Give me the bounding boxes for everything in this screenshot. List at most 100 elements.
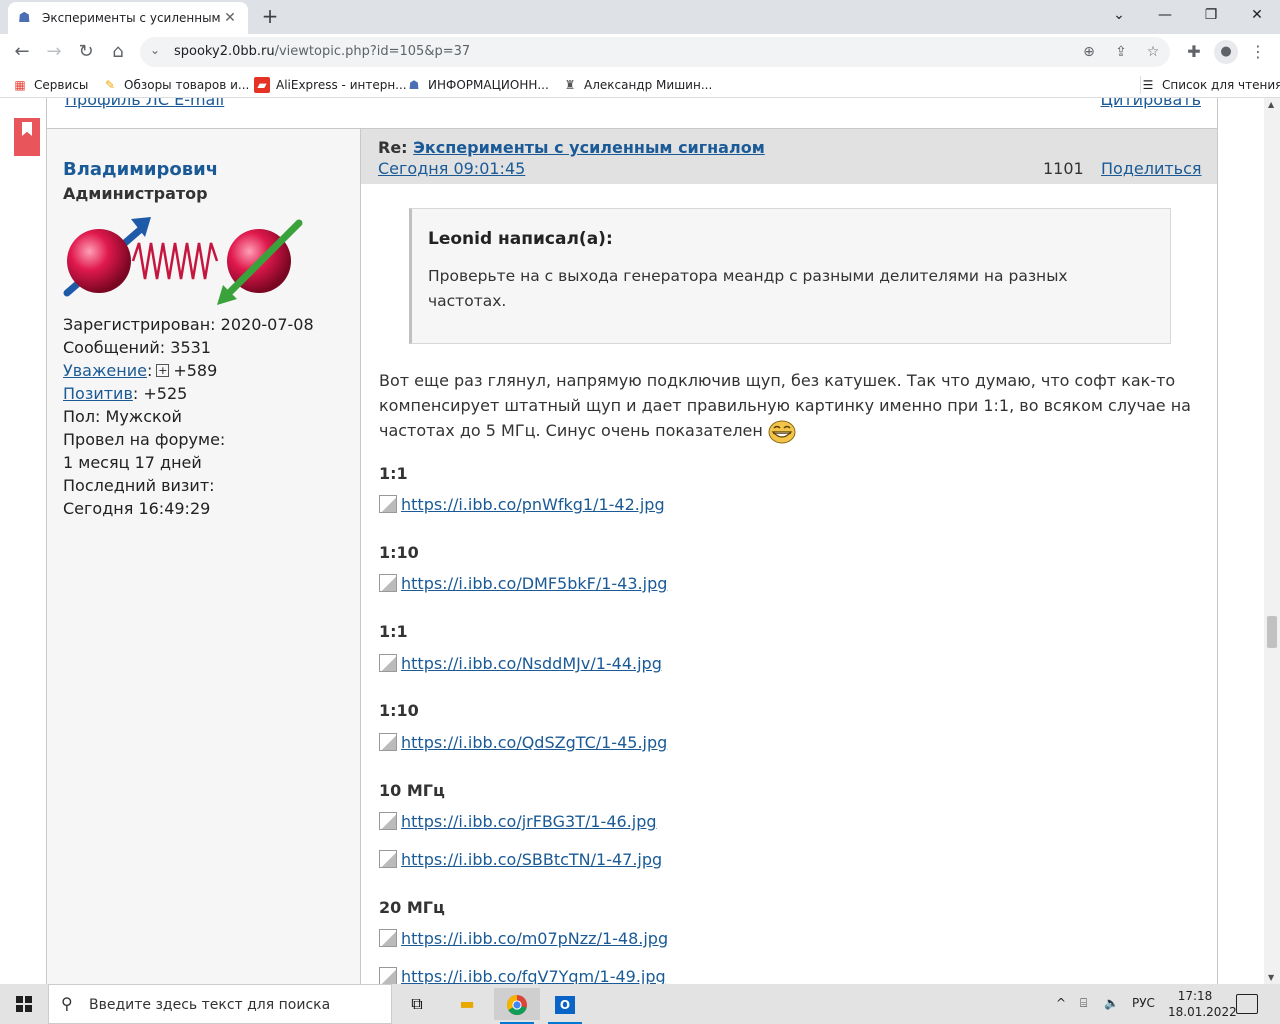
bookmark-label: AliExpress - интерн... [276,78,407,92]
scroll-down-icon[interactable]: ▼ [1268,973,1274,982]
broken-image-icon [379,495,397,513]
post-header: Re: Эксперименты с усиленным сигналом Се… [361,129,1217,184]
clock[interactable]: 17:18 18.01.2022 [1168,988,1237,1020]
outlook-logo: O [555,995,575,1014]
browser-toolbar: ← → ↻ ⌂ ⌄ spooky2.0bb.ru/viewtopic.php?i… [0,34,1280,70]
positive-value: : +525 [132,384,188,403]
bookmark-ribbon-icon[interactable] [14,118,40,156]
broken-image-icon [379,929,397,947]
site-info-icon[interactable]: ⌄ [150,43,160,57]
time-on-forum-label: Провел на форуме: [63,430,226,449]
chrome-icon[interactable] [494,988,540,1024]
image-link[interactable]: https://i.ibb.co/QdSZgTC/1-45.jpg [379,733,667,752]
message-count: Сообщений: 3531 [63,338,211,357]
re-prefix: Re: [378,138,414,157]
image-link[interactable]: https://i.ibb.co/pnWfkg1/1-42.jpg [379,495,665,514]
outlook-icon[interactable]: O [542,988,588,1024]
reload-button[interactable]: ↻ [72,38,100,66]
post-number: 1101 [1043,159,1084,178]
last-visit: Сегодня 16:49:29 [63,499,211,518]
image-link[interactable]: https://i.ibb.co/DMF5bkF/1-43.jpg [379,574,667,593]
reading-list-icon: ☰ [1142,78,1154,92]
file-explorer-icon[interactable]: ▬ [444,988,490,1020]
author-name[interactable]: Владимирович [63,159,218,180]
laughing-smiley-icon [768,420,796,443]
bookmark-item[interactable]: ▦ Сервисы [12,76,88,94]
broken-image-icon [379,850,397,868]
taskbar-search[interactable]: ⚲ Введите здесь текст для поиска [48,984,392,1024]
clock-time: 17:18 [1177,989,1213,1003]
image-link[interactable]: https://i.ibb.co/NsddMJv/1-44.jpg [379,654,662,673]
author-links[interactable]: Профиль ЛС E-mail [65,98,224,109]
time-on-forum: 1 месяц 17 дней [63,453,202,472]
forum-icon: ☗ [408,78,420,92]
post-date-link[interactable]: Сегодня 09:01:45 [378,159,525,178]
author-info: Зарегистрирован: 2020-07-08 Сообщений: 3… [63,313,314,520]
share-link[interactable]: Поделиться [1101,159,1202,178]
quote-text: Проверьте на с выхода генератора меандр … [428,267,1068,310]
bookmark-item[interactable]: ▰ AliExpress - интерн... [254,76,407,94]
pencil-icon: ✎ [104,78,116,92]
scrollbar-thumb[interactable] [1267,616,1277,648]
back-button[interactable]: ← [8,38,36,66]
bookmark-item[interactable]: ☗ ИНФОРМАЦИОНН... [406,76,549,94]
menu-icon[interactable]: ⋮ [1244,38,1272,66]
broken-image-icon [379,733,397,751]
grid-icon: ▦ [14,78,26,92]
bookmark-star-icon[interactable]: ☆ [1142,41,1164,63]
post-title: Re: Эксперименты с усиленным сигналом [378,138,765,157]
aliexpress-icon: ▰ [254,77,270,93]
language-indicator[interactable]: РУС [1132,996,1155,1010]
respect-row: Уважение: + +589 [63,361,218,380]
image-link[interactable]: https://i.ibb.co/jrFBG3T/1-46.jpg [379,812,657,831]
home-button[interactable]: ⌂ [104,38,132,66]
positive-row: Позитив: +525 [63,382,314,405]
reading-list-button[interactable]: ☰ Список для чтения [1140,76,1280,94]
task-view-icon[interactable]: ⧉ [394,988,440,1020]
quote-box: Leonid написал(а): Проверьте на с выхода… [409,208,1171,344]
image-link[interactable]: https://i.ibb.co/m07pNzz/1-48.jpg [379,929,668,948]
forward-button[interactable]: → [40,38,68,66]
address-bar[interactable]: ⌄ spooky2.0bb.ru/viewtopic.php?id=105&p=… [140,37,1170,67]
minimize-button[interactable]: — [1142,0,1188,30]
plus-icon[interactable]: + [156,364,170,377]
restore-button[interactable]: ❐ [1188,0,1234,30]
profile-avatar-icon[interactable]: ● [1214,40,1238,64]
image-url: https://i.ibb.co/pnWfkg1/1-42.jpg [401,495,665,514]
network-icon[interactable]: ⌸ [1080,996,1087,1011]
section-label: 1:10 [379,701,419,720]
zoom-icon[interactable]: ⊕ [1078,41,1100,63]
page-scrollbar[interactable]: ▲ ▼ [1264,98,1280,984]
broken-image-icon [379,654,397,672]
new-tab-button[interactable]: + [258,4,282,28]
windows-logo-icon [16,996,32,1012]
share-icon[interactable]: ⇪ [1110,41,1132,63]
quote-link[interactable]: Цитировать [1101,98,1201,109]
url-text: spooky2.0bb.ru/viewtopic.php?id=105&p=37 [174,44,470,59]
image-link[interactable]: https://i.ibb.co/fqV7Yqm/1-49.jpg [379,967,666,984]
topic-link[interactable]: Эксперименты с усиленным сигналом [413,138,765,157]
forum-post: Профиль ЛС E-mail Цитировать Владимирови… [46,98,1218,984]
scroll-up-icon[interactable]: ▲ [1268,100,1274,109]
volume-icon[interactable]: 🔈 [1104,996,1119,1010]
close-window-button[interactable]: ✕ [1234,0,1280,30]
tray-chevron-icon[interactable]: ^ [1056,996,1066,1010]
page-viewport: Профиль ЛС E-mail Цитировать Владимирови… [0,98,1264,984]
respect-link[interactable]: Уважение [63,361,147,380]
search-icon: ⚲ [61,994,73,1013]
positive-link[interactable]: Позитив [63,384,133,403]
bookmark-label: Обзоры товаров и... [124,78,250,92]
quote-author: Leonid написал(а): [428,229,613,249]
extensions-icon[interactable]: ✚ [1180,38,1208,66]
browser-tab[interactable]: ☗ Эксперименты с усиленным сиг ✕ [8,2,248,34]
close-tab-icon[interactable]: ✕ [222,10,238,26]
tab-search-icon[interactable]: ⌄ [1096,0,1142,30]
windows-start-button[interactable] [0,984,48,1024]
last-visit-label: Последний визит: [63,476,215,495]
author-role: Администратор [63,184,208,203]
notifications-icon[interactable] [1236,994,1258,1014]
bookmark-item[interactable]: ♜ Александр Мишин... [562,76,713,94]
broken-image-icon [379,967,397,984]
bookmark-item[interactable]: ✎ Обзоры товаров и... [102,76,249,94]
image-link[interactable]: https://i.ibb.co/SBBtcTN/1-47.jpg [379,850,662,869]
